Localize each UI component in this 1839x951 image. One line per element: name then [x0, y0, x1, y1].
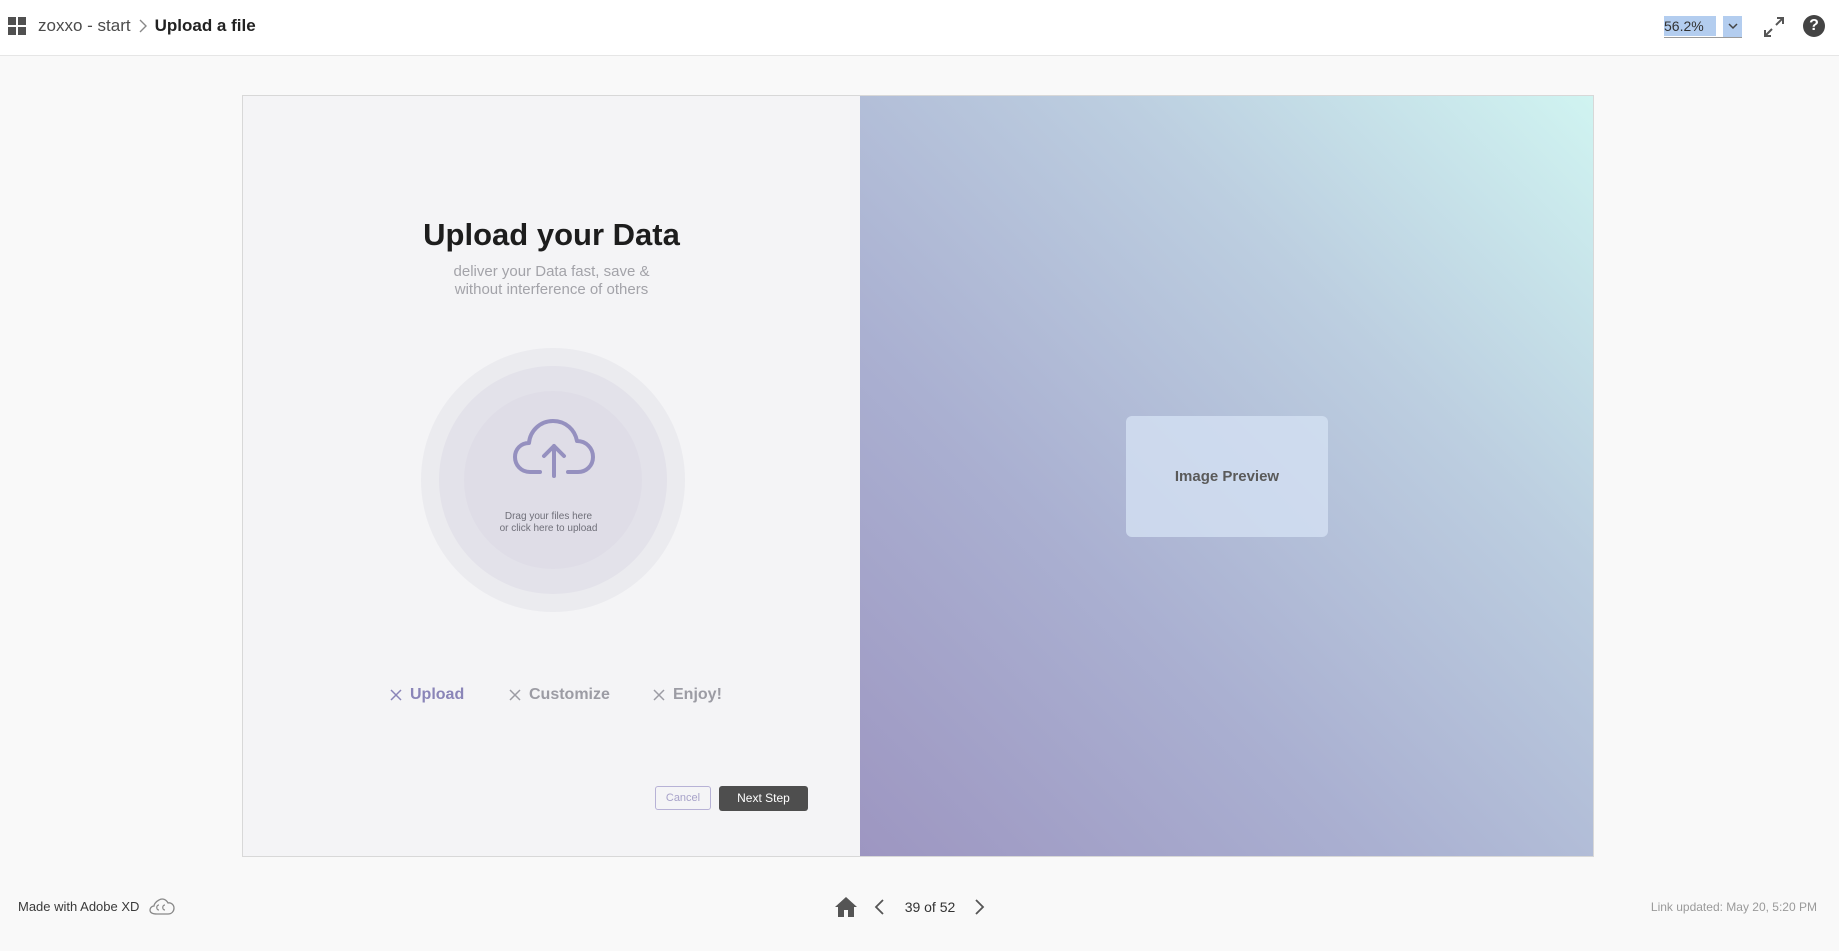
- subtitle-line-2: without interference of others: [454, 281, 649, 298]
- chevron-right-icon: [139, 19, 147, 33]
- step-customize[interactable]: Customize: [509, 686, 610, 704]
- page-title: Upload your Data: [423, 217, 680, 252]
- close-icon: [653, 689, 665, 701]
- made-with-label: Made with Adobe XD: [18, 899, 140, 914]
- chevron-down-icon[interactable]: [1723, 16, 1742, 37]
- subtitle-line-1: deliver your Data fast, save &: [453, 263, 650, 280]
- chevron-right-icon[interactable]: [972, 897, 986, 917]
- page-subtitle: deliver your Data fast, save & without i…: [243, 263, 860, 299]
- close-icon: [509, 689, 521, 701]
- preview-panel: Image Preview: [860, 96, 1593, 856]
- cloud-upload-icon[interactable]: [512, 416, 596, 480]
- chevron-left-icon[interactable]: [873, 897, 887, 917]
- step-indicator: Upload Customize Enjoy!: [243, 686, 860, 710]
- page-counter: 39 of 52: [904, 899, 956, 915]
- link-updated-label: Link updated: May 20, 5:20 PM: [1650, 900, 1817, 914]
- upload-panel: Upload your Data deliver your Data fast,…: [243, 96, 860, 856]
- close-icon: [390, 689, 402, 701]
- creative-cloud-icon: [148, 897, 176, 917]
- step-enjoy-label: Enjoy!: [673, 686, 722, 703]
- home-icon[interactable]: [834, 896, 858, 918]
- breadcrumb-current: Upload a file: [154, 16, 256, 35]
- zoom-value[interactable]: 56.2%: [1664, 16, 1716, 36]
- step-upload-label: Upload: [410, 686, 465, 703]
- upload-hint[interactable]: Drag your files here or click here to up…: [243, 511, 860, 535]
- help-icon[interactable]: ?: [1803, 15, 1825, 37]
- zoom-select[interactable]: 56.2%: [1664, 16, 1742, 38]
- fullscreen-icon[interactable]: [1762, 15, 1786, 39]
- step-upload[interactable]: Upload: [390, 686, 464, 704]
- image-preview-label: Image Preview: [1174, 468, 1280, 485]
- image-preview: Image Preview: [1126, 416, 1328, 537]
- upload-hint-line-1: Drag your files here: [504, 511, 593, 522]
- step-enjoy[interactable]: Enjoy!: [653, 686, 722, 704]
- cancel-button[interactable]: Cancel: [655, 786, 711, 810]
- breadcrumb-parent-link[interactable]: zoxxo - start: [38, 16, 131, 36]
- zoom-underline: [1664, 37, 1742, 38]
- top-bar: zoxxo - start Upload a file 56.2% ?: [0, 0, 1839, 56]
- apps-grid-icon[interactable]: [8, 17, 27, 36]
- artboard: Upload your Data deliver your Data fast,…: [242, 95, 1594, 857]
- next-step-button[interactable]: Next Step: [719, 786, 808, 811]
- breadcrumb: zoxxo - start Upload a file: [38, 16, 256, 36]
- step-customize-label: Customize: [529, 686, 610, 703]
- upload-hint-line-2: or click here to upload: [499, 523, 598, 534]
